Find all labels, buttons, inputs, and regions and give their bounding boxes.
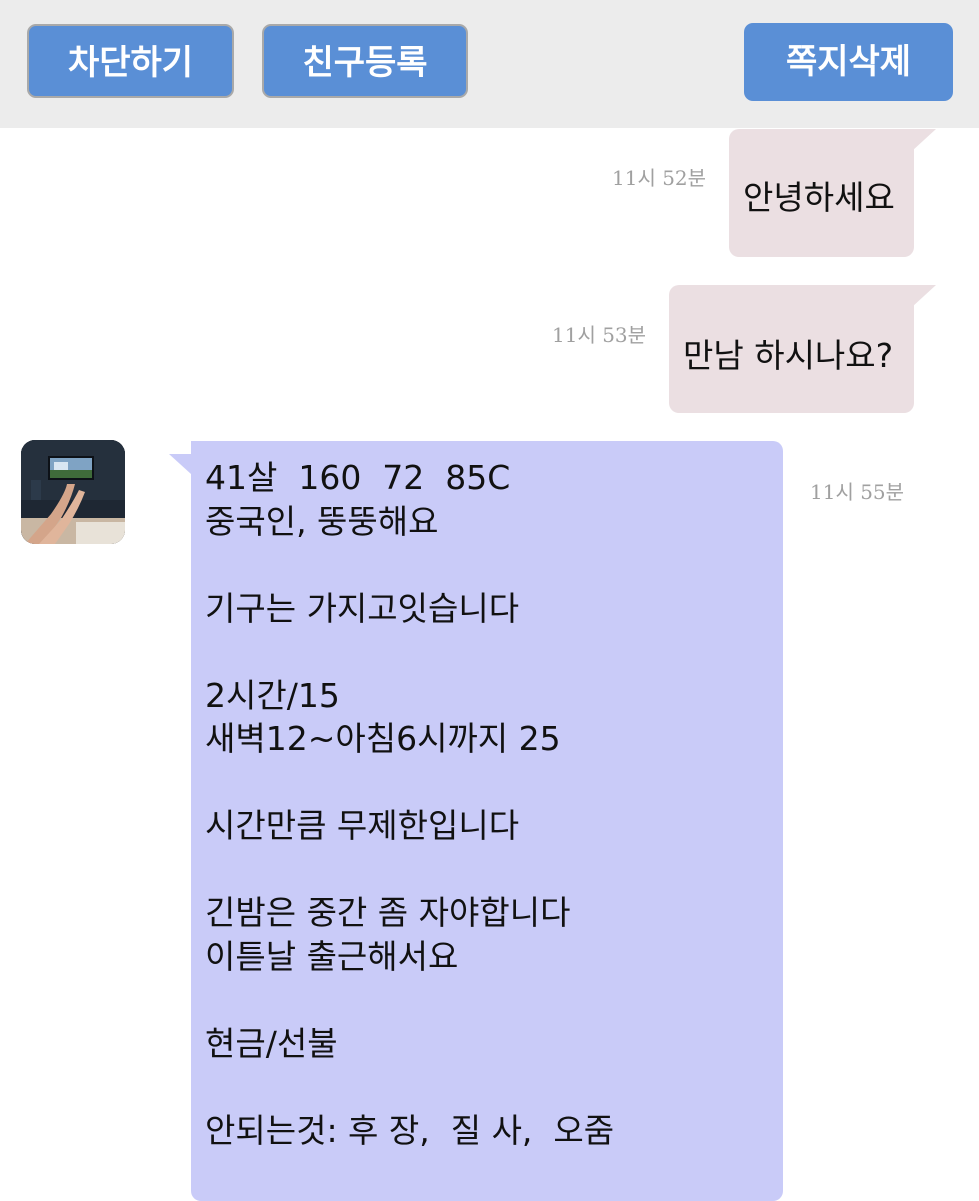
- message-line: 41살 160 72 85C: [205, 458, 511, 497]
- message-line: 중국인, 뚱뚱해요: [205, 501, 439, 541]
- message-line: 안되는것: 후 장, 질 사, 오줌: [205, 1110, 615, 1150]
- message-text: 만남 하시나요?: [683, 336, 894, 375]
- message-timestamp: 11시 53분: [552, 323, 647, 347]
- message-line: 긴밤은 중간 좀 자야합니다: [205, 893, 571, 932]
- bubble-tail: [912, 129, 936, 151]
- sender-avatar[interactable]: [21, 440, 125, 544]
- bubble-tail: [912, 285, 936, 307]
- message-line: 2시간/15: [205, 675, 340, 715]
- message-line: [205, 543, 783, 587]
- delete-message-button[interactable]: 쪽지삭제: [744, 23, 953, 101]
- message-line: 시간만큼 무제한입니다: [205, 806, 520, 845]
- message-line: [205, 978, 783, 1022]
- bubble-tail: [169, 454, 191, 474]
- sent-message-bubble: 만남 하시나요?: [669, 285, 936, 413]
- message-timestamp: 11시 55분: [810, 480, 905, 504]
- block-button[interactable]: 차단하기: [27, 24, 234, 98]
- message-line: 새벽12~아침6시까지 25: [205, 719, 561, 758]
- message-line: [205, 848, 783, 892]
- message-line: [205, 630, 783, 674]
- message-line: 기구는 가지고잇습니다: [205, 588, 520, 628]
- message-line: [205, 1065, 783, 1109]
- message-line: 현금/선불: [205, 1023, 338, 1063]
- received-message-bubble: 41살 160 72 85C 중국인, 뚱뚱해요 기구는 가지고잇습니다 2시간…: [169, 441, 783, 1201]
- message-timestamp: 11시 52분: [612, 166, 707, 190]
- message-line: 이튿날 출근해서요: [205, 936, 459, 976]
- add-friend-button[interactable]: 친구등록: [262, 24, 468, 98]
- sent-message-bubble: 안녕하세요: [729, 129, 936, 257]
- action-toolbar: 차단하기 친구등록 쪽지삭제: [0, 0, 979, 128]
- message-line: [205, 761, 783, 805]
- profile-photo-icon: [21, 440, 125, 544]
- message-text: 안녕하세요: [743, 178, 895, 217]
